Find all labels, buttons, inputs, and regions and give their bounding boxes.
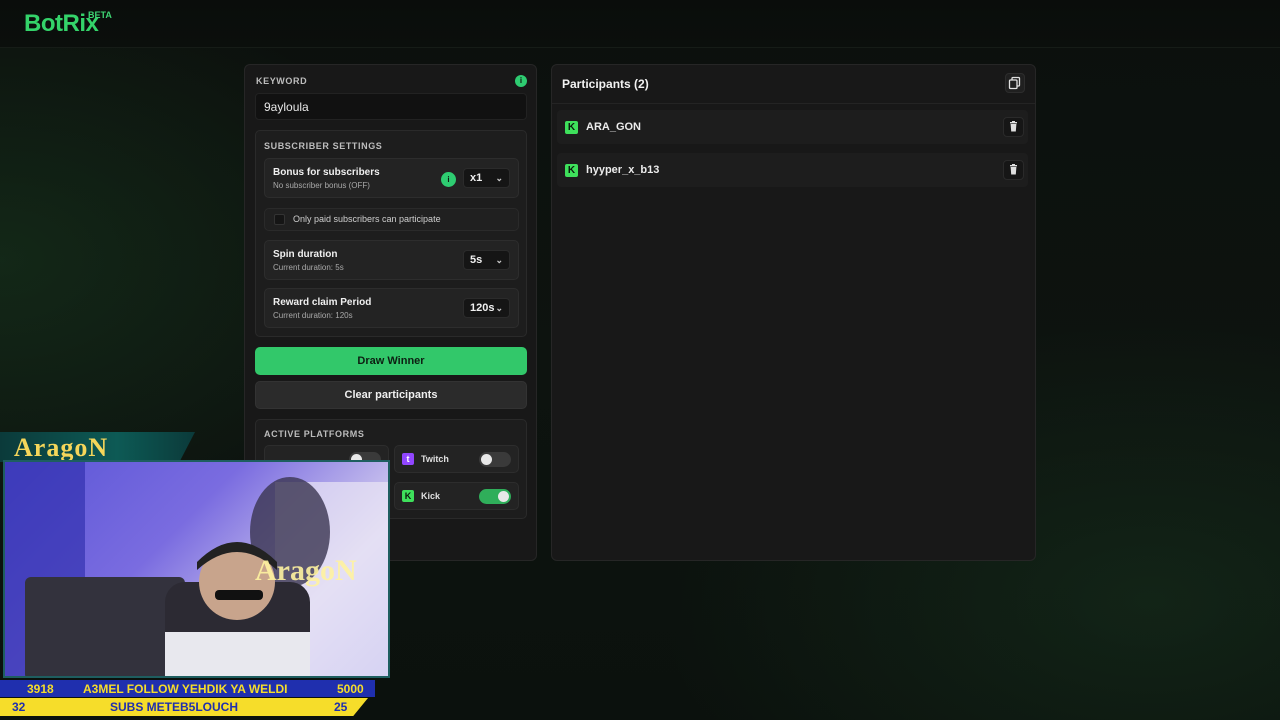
reward-subtitle: Current duration: 120s — [273, 311, 353, 320]
spin-title: Spin duration — [273, 249, 338, 260]
platform-kick-row: K Kick — [394, 482, 519, 510]
subscriber-settings-label: SUBSCRIBER SETTINGS — [264, 141, 383, 151]
twitch-icon: t — [402, 453, 414, 465]
follower-count: 3918 — [27, 682, 54, 696]
trash-icon — [1010, 164, 1017, 175]
paid-only-checkbox[interactable] — [274, 214, 285, 225]
beta-badge: BETA — [88, 10, 112, 20]
subs-goal: 25 — [334, 700, 348, 714]
participants-panel: Participants (2) K ARA_GON K hyyper_x_b1… — [551, 64, 1036, 561]
bonus-info-icon[interactable]: i — [441, 172, 456, 187]
follower-goal-ticker: 3918 A3MEL FOLLOW YEHDIK YA WELDI 5000 — [0, 680, 375, 697]
reward-period-row: Reward claim Period Current duration: 12… — [264, 288, 519, 328]
active-platforms-label: ACTIVE PLATFORMS — [264, 429, 365, 439]
reward-title: Reward claim Period — [273, 297, 372, 308]
participant-row: K ARA_GON — [557, 110, 1028, 144]
reward-period-value: 120s — [470, 302, 495, 314]
streamer-name: AragoN — [14, 433, 109, 462]
trash-icon — [1010, 121, 1017, 132]
bonus-title: Bonus for subscribers — [273, 167, 380, 178]
draw-winner-button[interactable]: Draw Winner — [255, 347, 527, 375]
chevron-down-icon: ⌄ — [495, 303, 503, 313]
webcam-scene-image: AragoN — [5, 462, 388, 676]
subs-count: 32 — [12, 700, 26, 714]
kick-icon: K — [565, 164, 578, 177]
paid-only-label: Only paid subscribers can participate — [293, 214, 441, 224]
twitch-toggle[interactable] — [479, 452, 511, 467]
copy-button[interactable] — [1005, 73, 1025, 93]
platform-twitch-label: Twitch — [421, 454, 449, 464]
bonus-setting-row: Bonus for subscribers No subscriber bonu… — [264, 158, 519, 198]
toggle-knob — [481, 454, 492, 465]
spin-duration-select[interactable]: 5s ⌄ — [463, 250, 510, 270]
participants-title: Participants (2) — [562, 77, 649, 91]
copy-icon — [1008, 76, 1021, 90]
bonus-multiplier-select[interactable]: x1 ⌄ — [463, 168, 510, 188]
keyword-label: KEYWORD — [256, 76, 308, 86]
follower-ticker-text: A3MEL FOLLOW YEHDIK YA WELDI — [83, 682, 288, 696]
keyword-info-icon[interactable]: i — [515, 75, 527, 87]
spin-duration-value: 5s — [470, 254, 483, 266]
subs-ticker-text: SUBS METEB5LOUCH — [110, 700, 239, 714]
svg-text:AragoN: AragoN — [255, 554, 357, 587]
bonus-multiplier-value: x1 — [470, 172, 483, 184]
top-bar: BotRix BETA — [0, 0, 1280, 48]
subs-goal-ticker: 32 SUBS METEB5LOUCH 25 — [0, 698, 368, 716]
participant-row: K hyyper_x_b13 — [557, 153, 1028, 187]
header-divider — [552, 103, 1035, 104]
toggle-knob — [498, 491, 509, 502]
clear-participants-button[interactable]: Clear participants — [255, 381, 527, 409]
kick-toggle[interactable] — [479, 489, 511, 504]
spin-duration-row: Spin duration Current duration: 5s 5s ⌄ — [264, 240, 519, 280]
kick-icon: K — [565, 121, 578, 134]
paid-only-row[interactable]: Only paid subscribers can participate — [264, 208, 519, 231]
platform-kick-label: Kick — [421, 491, 441, 501]
participant-name: ARA_GON — [586, 121, 642, 133]
follower-goal: 5000 — [337, 682, 364, 696]
chevron-down-icon: ⌄ — [495, 173, 503, 183]
reward-period-select[interactable]: 120s ⌄ — [463, 298, 510, 318]
subscriber-settings-section: SUBSCRIBER SETTINGS Bonus for subscriber… — [255, 130, 527, 337]
webcam-feed: AragoN — [3, 460, 390, 678]
delete-participant-button[interactable] — [1003, 117, 1024, 137]
bonus-subtitle: No subscriber bonus (OFF) — [273, 181, 370, 190]
delete-participant-button[interactable] — [1003, 160, 1024, 180]
spin-subtitle: Current duration: 5s — [273, 263, 344, 272]
platform-twitch-row: t Twitch — [394, 445, 519, 473]
participant-name: hyyper_x_b13 — [586, 164, 660, 176]
chevron-down-icon: ⌄ — [495, 255, 503, 265]
keyword-input[interactable] — [255, 93, 527, 120]
kick-icon: K — [402, 490, 414, 502]
